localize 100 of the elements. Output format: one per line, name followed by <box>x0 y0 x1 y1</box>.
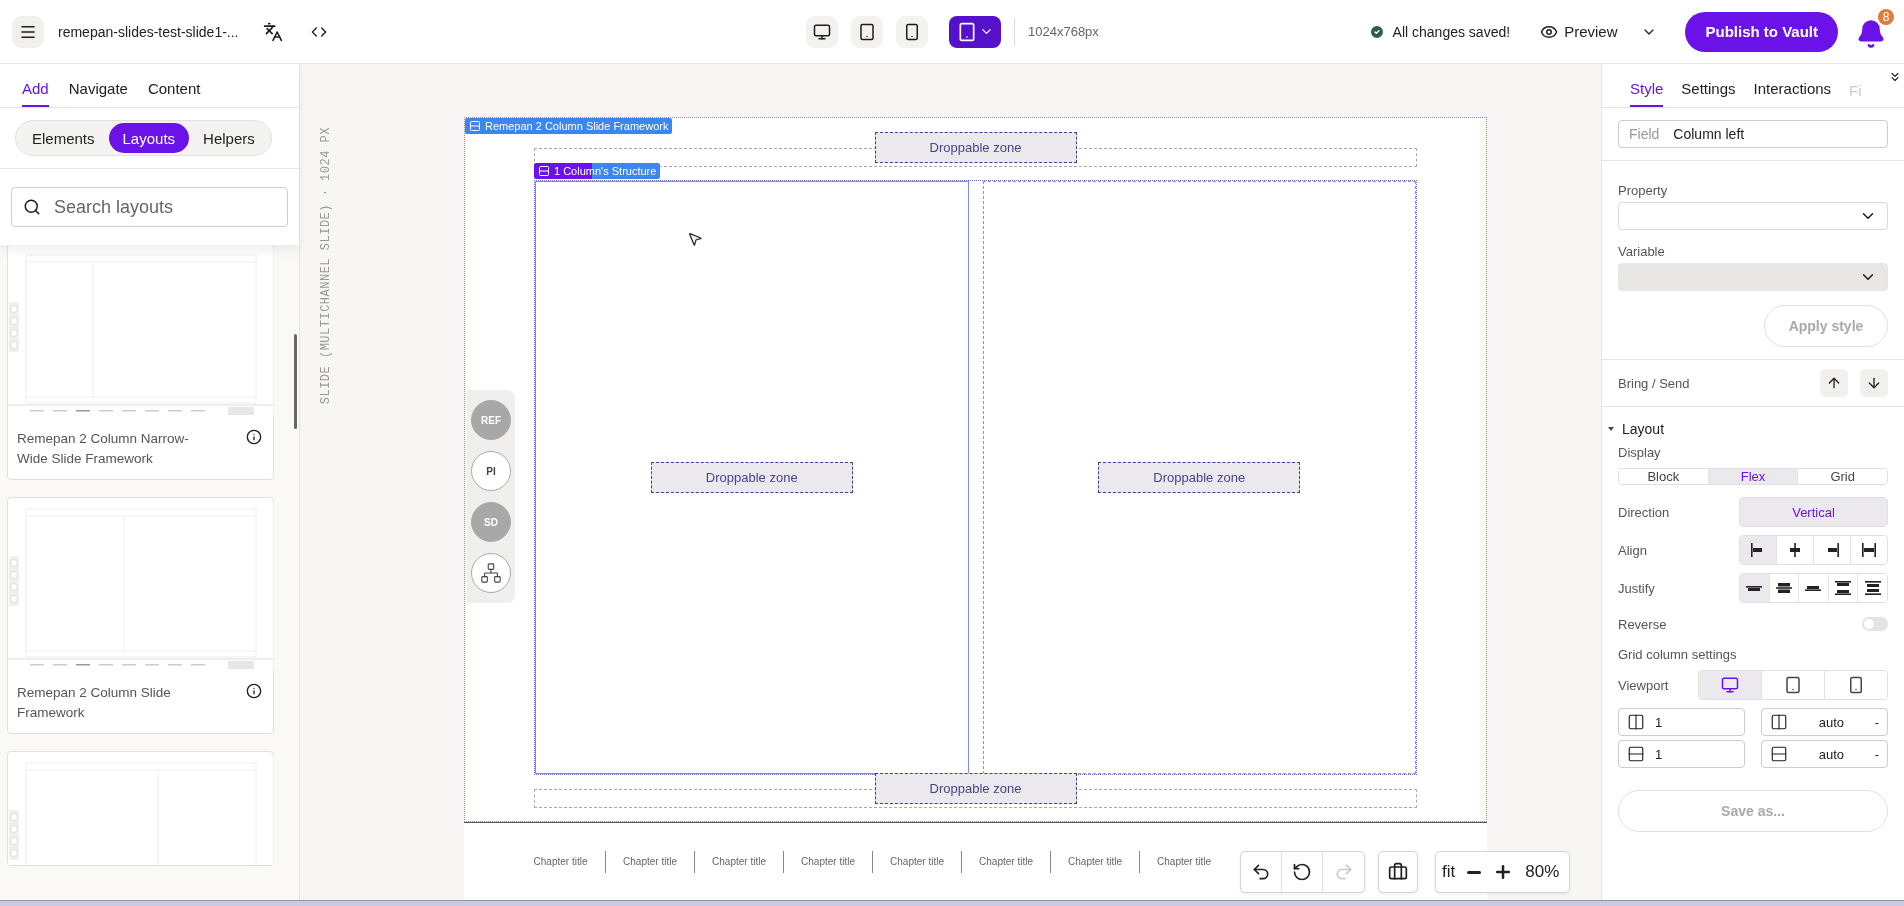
panel-tab[interactable]: Settings <box>1681 80 1736 107</box>
structure-label[interactable]: 1 Column's Structure <box>534 163 661 179</box>
rows-icon <box>538 165 550 177</box>
reset-icon <box>1292 862 1312 882</box>
reverse-label: Reverse <box>1618 616 1667 632</box>
hierarchy-icon <box>480 562 502 584</box>
tablet-view-button[interactable] <box>851 15 883 48</box>
check-circle-icon <box>1368 23 1385 40</box>
display-option[interactable]: Flex <box>1708 469 1799 484</box>
briefcase-button[interactable] <box>1378 851 1418 893</box>
columns-icon <box>1627 713 1645 731</box>
panel-tab[interactable]: Content <box>147 80 201 107</box>
panel-tab[interactable]: Navigate <box>68 80 128 107</box>
hierarchy-button[interactable] <box>471 553 511 593</box>
chapter-link[interactable]: Chapter title <box>783 850 872 873</box>
droppable-zone: Droppable zone <box>650 462 853 493</box>
layout-title: Remepan 2 Column Slide Framework <box>17 684 172 722</box>
display-option[interactable]: Block <box>1619 469 1709 484</box>
droppable-zone: Droppable zone <box>1098 462 1301 493</box>
display-label: Display <box>1618 445 1662 460</box>
columns-icon <box>1770 713 1788 731</box>
caret-icon <box>1608 426 1614 432</box>
grid-value: auto <box>1817 746 1845 762</box>
column[interactable]: Droppable zone <box>535 181 969 774</box>
grid-input[interactable]: auto - <box>1761 740 1888 768</box>
frame-label[interactable]: Remepan 2 Column Slide Framework <box>465 118 673 134</box>
panel-tab[interactable]: Interactions <box>1753 80 1832 107</box>
grid-settings-title: Grid column settings <box>1618 647 1738 662</box>
notification-badge: 8 <box>1876 6 1896 27</box>
layout-card[interactable]: Remepan 2 Column Slide Framework <box>7 497 274 734</box>
align-label: Align <box>1618 542 1647 558</box>
bring-send-label: Bring / Send <box>1618 375 1690 391</box>
cursor-icon <box>687 231 703 247</box>
info-icon <box>246 429 262 445</box>
grid-input[interactable]: 1 <box>1618 708 1745 736</box>
minus-icon <box>1467 870 1482 874</box>
panel-tab[interactable]: Style <box>1630 80 1664 107</box>
resolution-label: 1024x768px <box>1028 24 1099 39</box>
undo-icon <box>1251 862 1271 882</box>
variable-label: Variable <box>1618 244 1666 259</box>
phone-view-button[interactable] <box>896 15 928 48</box>
layout-card[interactable]: Remepan 2 Column Narrow-Wide Slide Framework <box>7 243 274 480</box>
grid-suffix: - <box>1874 746 1879 762</box>
viewport-option[interactable] <box>1699 671 1762 699</box>
layout-section-header[interactable]: Layout <box>1608 421 1888 437</box>
chapter-link[interactable]: Chapter title <box>1139 850 1228 873</box>
rows-icon <box>469 120 481 132</box>
translate-icon <box>262 21 283 42</box>
justify-option[interactable] <box>1740 574 1770 602</box>
save-status: All changes saved! <box>1392 23 1511 40</box>
device-dropdown[interactable] <box>949 15 1001 48</box>
slide-caption: SLIDE (MULTICHANNEL SLIDE) · 1024 PX <box>319 127 333 405</box>
phone-icon <box>1847 676 1865 694</box>
chapter-link[interactable]: Chapter title <box>961 850 1050 873</box>
justify-end-icon <box>1805 585 1822 591</box>
reverse-toggle[interactable] <box>1862 617 1888 631</box>
chapter-link[interactable]: Chapter title <box>872 850 961 873</box>
grid-input[interactable]: 1 <box>1618 740 1745 768</box>
justify-between-icon <box>1835 581 1852 595</box>
chapter-link[interactable]: Chapter title <box>1050 850 1139 873</box>
preview-button[interactable]: Preview <box>1536 18 1662 45</box>
phone-icon <box>903 22 921 41</box>
briefcase-icon <box>1388 862 1408 882</box>
segment-option[interactable]: Elements <box>18 123 109 153</box>
grid-value: 1 <box>1655 746 1663 762</box>
property-label: Property <box>1618 183 1669 198</box>
segment-option[interactable]: Helpers <box>189 123 269 153</box>
align-option[interactable] <box>1740 536 1777 564</box>
viewport-label: Viewport <box>1618 677 1669 693</box>
scrollbar[interactable] <box>294 334 297 429</box>
publish-button[interactable]: Publish to Vault <box>1685 11 1838 52</box>
rows-icon <box>1770 745 1788 763</box>
fit-button[interactable]: fit <box>1436 852 1462 892</box>
document-title: remepan-slides-test-slide1-... <box>58 23 239 40</box>
justify-start-icon <box>1746 585 1763 591</box>
send-backward-button[interactable] <box>1860 369 1888 397</box>
desktop-view-button[interactable] <box>806 15 838 48</box>
grid-value: 1 <box>1655 714 1663 730</box>
bring-forward-button[interactable] <box>1820 369 1848 397</box>
chapter-link[interactable]: Chapter title <box>694 850 783 873</box>
menu-button[interactable] <box>12 15 44 48</box>
grid-suffix: - <box>1874 714 1879 730</box>
chapter-link[interactable]: Chapter title <box>605 850 694 873</box>
panel-tab[interactable]: Add <box>22 80 49 107</box>
justify-center-icon <box>1775 583 1792 593</box>
direction-option[interactable]: Vertical <box>1740 498 1887 526</box>
double-chevron-icon <box>1888 70 1902 84</box>
column[interactable]: Droppable zone <box>982 181 1416 774</box>
grid-input[interactable]: auto - <box>1761 708 1888 736</box>
monitor-icon <box>1721 676 1739 694</box>
zoom-level: 80% <box>1524 862 1561 882</box>
search-field[interactable]: Search layouts <box>11 187 288 227</box>
search-icon <box>23 198 41 216</box>
chapter-link[interactable]: Chapter title <box>516 850 605 873</box>
monitor-icon <box>813 22 831 41</box>
segment-option[interactable]: Layouts <box>108 123 190 153</box>
tool-button[interactable]: PI <box>471 451 511 491</box>
field-input[interactable]: Field Column left <box>1618 120 1888 148</box>
justify-around-icon <box>1864 581 1881 595</box>
field-label: Field <box>1629 126 1660 142</box>
